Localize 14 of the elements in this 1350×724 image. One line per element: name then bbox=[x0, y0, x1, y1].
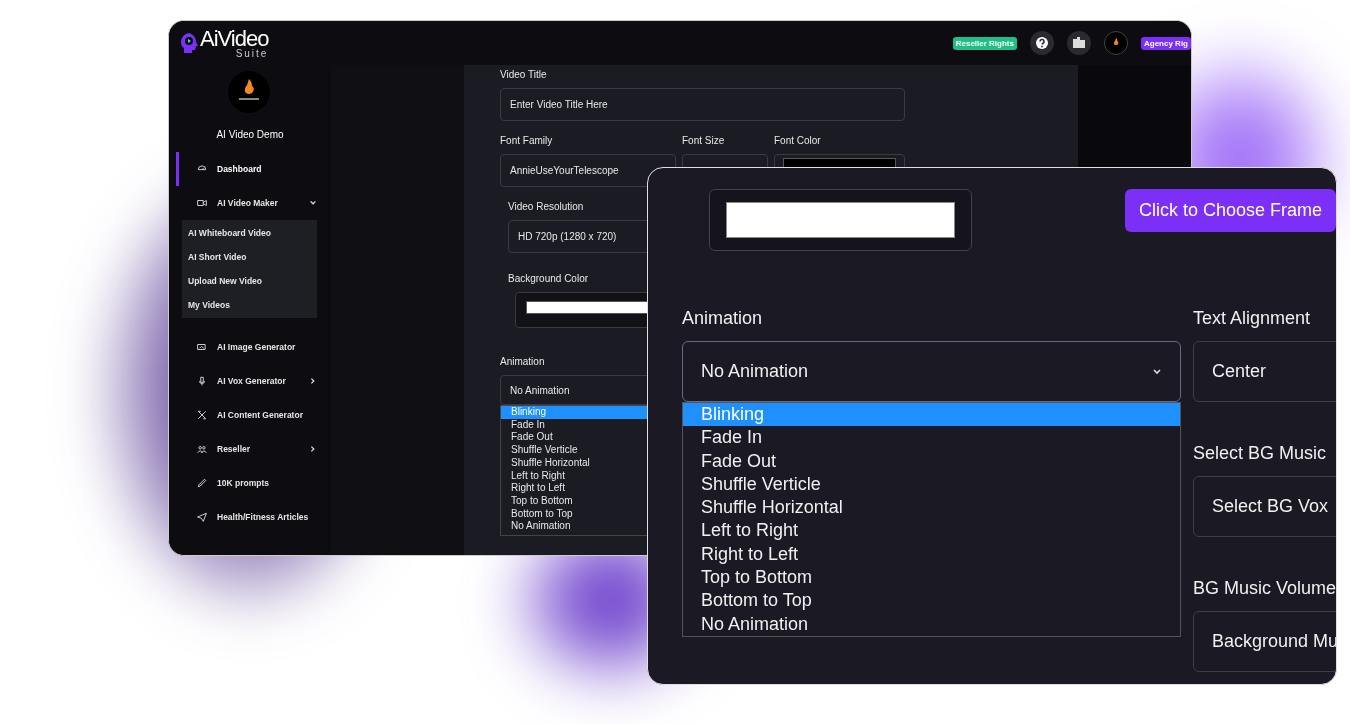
field-label: Video Resolution bbox=[508, 201, 585, 212]
logo-text: AiVideo bbox=[200, 27, 269, 50]
field-label: BG Music Volume bbox=[1193, 578, 1336, 599]
field-label: Font Family bbox=[500, 135, 554, 146]
field-label: Animation bbox=[500, 356, 546, 367]
logo-subtitle: Suite bbox=[235, 48, 269, 59]
profile-name: AI Video Demo bbox=[215, 129, 285, 140]
field-label: Video Title bbox=[500, 69, 548, 80]
field-label: Select BG Music bbox=[1193, 443, 1328, 464]
field-label: Font Color bbox=[774, 135, 822, 146]
field-label: Background Color bbox=[508, 273, 590, 284]
field-label: Animation bbox=[682, 308, 764, 329]
field-label: Text Alignment bbox=[1193, 308, 1312, 329]
field-label: Font Size bbox=[682, 135, 726, 146]
